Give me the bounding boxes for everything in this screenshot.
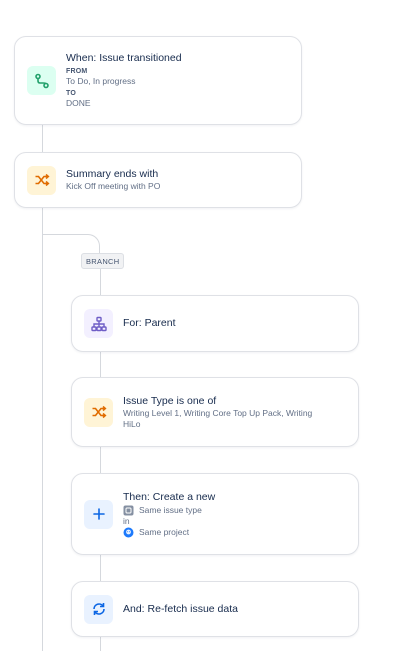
from-value: To Do, In progress (66, 76, 136, 86)
plus-icon (84, 499, 113, 529)
branch-connector (42, 234, 100, 254)
from-label: FROM (66, 68, 88, 75)
create-issue-title: Then: Create a new (123, 490, 216, 503)
connector-line-branch-4 (100, 554, 101, 582)
connector-line-branch-3 (100, 446, 101, 474)
condition-issue-type-text: Issue Type is one of Writing Level 1, Wr… (123, 395, 328, 430)
refetch-card[interactable]: And: Re-fetch issue data (71, 581, 359, 637)
branch-tag: BRANCH (81, 253, 125, 269)
shuffle-icon (84, 397, 113, 427)
connector-line-branch-2 (100, 351, 101, 378)
trigger-title: When: Issue transitioned (66, 52, 182, 64)
for-parent-title: For: Parent (123, 317, 176, 329)
for-parent-card[interactable]: For: Parent (71, 295, 359, 352)
issue-type-value: Same issue type (139, 504, 202, 515)
project-avatar-icon (123, 527, 134, 538)
to-value: DONE (66, 98, 91, 108)
connector-line-main-2 (42, 207, 43, 651)
in-label: in (123, 515, 130, 526)
connector-line-main (42, 124, 43, 152)
condition-summary-value: Kick Off meeting with PO (66, 181, 161, 191)
transition-icon (27, 66, 56, 95)
connector-line-branch-1 (100, 269, 101, 296)
issue-type-row: Same issue type (123, 505, 215, 516)
shuffle-icon (27, 165, 56, 195)
issue-type-icon (123, 505, 134, 516)
create-issue-text: Then: Create a new Same issue type in Sa… (123, 491, 215, 538)
hierarchy-icon (84, 309, 113, 338)
project-row: Same project (123, 527, 215, 538)
condition-summary-card[interactable]: Summary ends with Kick Off meeting with … (14, 152, 302, 208)
condition-issue-type-title: Issue Type is one of (123, 394, 217, 407)
refetch-title: And: Re-fetch issue data (123, 602, 238, 615)
to-label: TO (66, 90, 76, 97)
trigger-card[interactable]: When: Issue transitioned FROM To Do, In … (14, 36, 302, 125)
refetch-text: And: Re-fetch issue data (123, 603, 238, 616)
connector-line-branch-5 (100, 636, 101, 651)
create-issue-card[interactable]: Then: Create a new Same issue type in Sa… (71, 473, 359, 555)
condition-summary-text: Summary ends with Kick Off meeting with … (66, 168, 160, 192)
condition-issue-type-card[interactable]: Issue Type is one of Writing Level 1, Wr… (71, 377, 359, 447)
condition-issue-type-value: Writing Level 1, Writing Core Top Up Pac… (123, 407, 313, 429)
project-value: Same project (139, 526, 190, 537)
refresh-icon (84, 594, 113, 624)
for-parent-text: For: Parent (123, 317, 176, 330)
trigger-text: When: Issue transitioned FROM To Do, In … (66, 52, 182, 109)
condition-summary-title: Summary ends with (66, 168, 159, 180)
